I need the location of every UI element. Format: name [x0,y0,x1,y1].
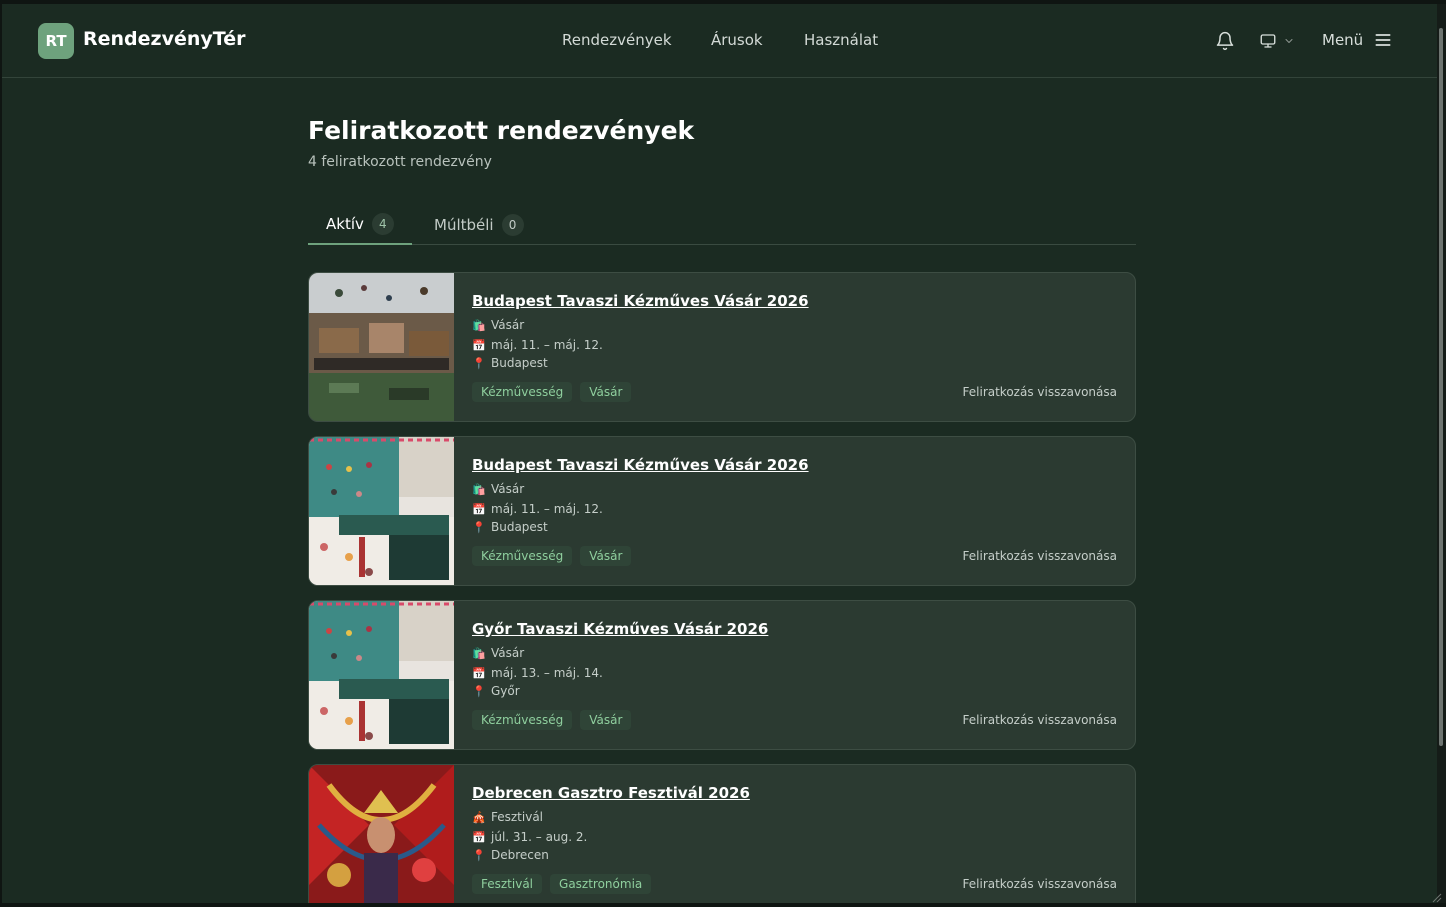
tab-label: Múltbéli [434,215,494,234]
tab-aktiv[interactable]: Aktív 4 [308,204,412,245]
event-date-label: máj. 11. – máj. 12. [491,338,603,352]
tag: Fesztivál [472,874,543,894]
unsubscribe-button[interactable]: Feliratkozás visszavonása [963,877,1117,891]
calendar-icon: 📅 [472,502,486,516]
event-date: 📅 máj. 11. – máj. 12. [472,502,603,516]
event-type: 🛍️ Vásár [472,482,524,496]
event-type-label: Vásár [491,482,525,496]
event-date-label: júl. 31. – aug. 2. [491,830,588,844]
event-tags: Kézművesség Vásár [472,382,632,402]
chevron-down-icon [1285,39,1293,43]
shopping-bags-icon: 🛍️ [472,482,486,496]
calendar-icon: 📅 [472,666,486,680]
menu-label: Menü [1322,31,1364,49]
event-thumbnail-image[interactable] [309,273,454,422]
page-subtitle: 4 feliratkozott rendezvény [308,154,492,170]
event-date: 📅 máj. 11. – máj. 12. [472,338,603,352]
event-thumbnail-image[interactable] [309,437,454,586]
resize-grip-icon[interactable] [1432,893,1442,903]
event-date-label: máj. 13. – máj. 14. [491,666,603,680]
event-thumbnail-image[interactable] [309,601,454,750]
nav-link-hasznalat[interactable]: Használat [804,31,878,49]
circus-tent-icon: 🎪 [472,810,486,824]
logo-badge[interactable]: RT [38,23,74,59]
event-type: 🛍️ Vásár [472,318,524,332]
brand-name[interactable]: RendezvényTér [83,28,245,50]
event-title-link[interactable]: Budapest Tavaszi Kézműves Vásár 2026 [472,292,809,310]
pin-icon: 📍 [472,356,486,370]
nav-link-rendezvenyek[interactable]: Rendezvények [562,31,672,49]
tag: Vásár [580,710,632,730]
calendar-icon: 📅 [472,338,486,352]
hamburger-icon [1375,34,1391,46]
event-location: 📍 Budapest [472,520,548,534]
event-card: Budapest Tavaszi Kézműves Vásár 2026 🛍️ … [308,436,1136,586]
event-location: 📍 Debrecen [472,848,549,862]
scrollbar-thumb[interactable] [1439,28,1443,746]
event-card: Debrecen Gasztro Fesztivál 2026 🎪 Feszti… [308,764,1136,903]
event-date-label: máj. 11. – máj. 12. [491,502,603,516]
event-tags: Kézművesség Vásár [472,710,632,730]
unsubscribe-button[interactable]: Feliratkozás visszavonása [963,385,1117,399]
monitor-icon [1260,34,1276,48]
pin-icon: 📍 [472,520,486,534]
event-card: Győr Tavaszi Kézműves Vásár 2026 🛍️ Vásá… [308,600,1136,750]
tag: Kézművesség [472,382,573,402]
tab-count-badge: 0 [501,213,524,236]
event-title-link[interactable]: Debrecen Gasztro Fesztivál 2026 [472,784,750,802]
pin-icon: 📍 [472,684,486,698]
unsubscribe-button[interactable]: Feliratkozás visszavonása [963,713,1117,727]
event-location-label: Budapest [491,520,548,534]
event-card: Budapest Tavaszi Kézműves Vásár 2026 🛍️ … [308,272,1136,422]
event-title-link[interactable]: Győr Tavaszi Kézműves Vásár 2026 [472,620,768,638]
vertical-scrollbar[interactable] [1437,4,1446,903]
event-type: 🛍️ Vásár [472,646,524,660]
shopping-bags-icon: 🛍️ [472,318,486,332]
event-type: 🎪 Fesztivál [472,810,543,824]
tag: Gasztronómia [550,874,652,894]
unsubscribe-button[interactable]: Feliratkozás visszavonása [963,549,1117,563]
page-title: Feliratkozott rendezvények [308,116,695,145]
event-tags: Fesztivál Gasztronómia [472,874,652,894]
event-location: 📍 Győr [472,684,520,698]
pin-icon: 📍 [472,848,486,862]
tag: Vásár [580,546,632,566]
event-type-label: Vásár [491,646,525,660]
event-location-label: Budapest [491,356,548,370]
event-tags: Kézművesség Vásár [472,546,632,566]
shopping-bags-icon: 🛍️ [472,646,486,660]
tag: Vásár [580,382,632,402]
theme-selector[interactable] [1259,32,1295,50]
tabs-bar: Aktív 4 Múltbéli 0 [308,204,1136,245]
event-date: 📅 máj. 13. – máj. 14. [472,666,603,680]
tag: Kézművesség [472,710,573,730]
event-date: 📅 júl. 31. – aug. 2. [472,830,587,844]
event-title-link[interactable]: Budapest Tavaszi Kézműves Vásár 2026 [472,456,809,474]
tab-label: Aktív [326,214,364,233]
menu-button[interactable]: Menü [1322,30,1393,50]
event-location-label: Győr [491,684,520,698]
app-window: RT RendezvényTér Rendezvények Árusok Has… [2,4,1437,903]
tag: Kézművesség [472,546,573,566]
event-type-label: Vásár [491,318,525,332]
calendar-icon: 📅 [472,830,486,844]
event-type-label: Fesztivál [491,810,544,824]
event-thumbnail-image[interactable] [309,765,454,903]
event-location-label: Debrecen [491,848,549,862]
tab-count-badge: 4 [371,212,394,235]
tab-multbeli[interactable]: Múltbéli 0 [434,204,524,245]
bell-icon [1216,31,1234,51]
top-navbar: RT RendezvényTér Rendezvények Árusok Has… [2,4,1437,78]
event-location: 📍 Budapest [472,356,548,370]
nav-link-arusok[interactable]: Árusok [711,31,763,49]
notifications-button[interactable] [1215,31,1235,51]
